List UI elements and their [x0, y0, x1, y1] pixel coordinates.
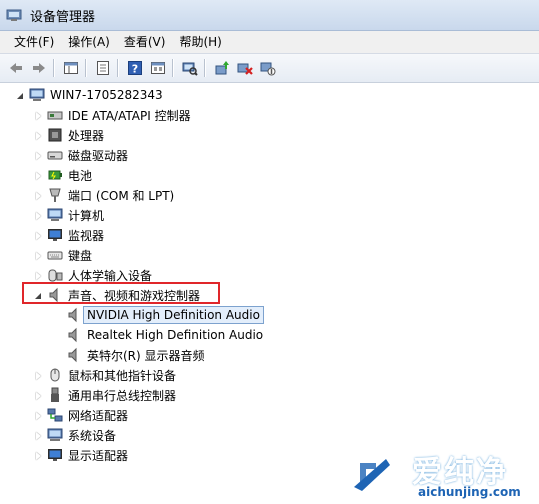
tree-item-ports[interactable]: 端口 (COM 和 LPT) — [34, 185, 174, 205]
category-label: 网络适配器 — [68, 408, 129, 423]
computer-icon — [47, 207, 63, 223]
port-icon — [47, 187, 63, 203]
tree-item-keyboard[interactable]: 键盘 — [34, 245, 92, 265]
mouse-icon — [47, 367, 63, 383]
toolbar-separator — [53, 59, 54, 77]
computer-icon — [29, 87, 45, 103]
expand-arrow-icon[interactable] — [34, 391, 43, 400]
title-bar: 设备管理器 — [0, 0, 539, 31]
update-driver-icon[interactable] — [212, 58, 232, 78]
system-icon — [47, 427, 63, 443]
tree-item-display[interactable]: 显示适配器 — [34, 445, 128, 465]
window-title: 设备管理器 — [30, 9, 96, 25]
category-label: 显示适配器 — [68, 448, 129, 463]
device-item-realtek-audio[interactable]: Realtek High Definition Audio — [66, 325, 263, 345]
expand-arrow-icon[interactable] — [34, 131, 43, 140]
highlight-box — [22, 282, 220, 304]
speaker-icon — [66, 347, 82, 363]
expand-arrow-icon[interactable] — [34, 191, 43, 200]
svg-text:?: ? — [132, 63, 138, 76]
tree-root[interactable]: WIN7-1705282343 — [16, 85, 163, 105]
menu-file[interactable]: 文件(F) — [0, 31, 61, 53]
toolbar-separator — [85, 59, 86, 77]
ide-icon — [47, 107, 63, 123]
disk-icon — [47, 147, 63, 163]
expand-arrow-icon[interactable] — [34, 231, 43, 240]
category-label: 磁盘驱动器 — [68, 148, 129, 163]
hid-icon — [47, 267, 63, 283]
menu-bar: 文件(F) 操作(A) 查看(V) 帮助(H) — [0, 31, 539, 53]
properties-icon[interactable] — [93, 58, 113, 78]
tree-item-monitor[interactable]: 监视器 — [34, 225, 104, 245]
expand-arrow-icon[interactable] — [34, 371, 43, 380]
uninstall-icon[interactable] — [235, 58, 255, 78]
collapse-arrow-icon[interactable] — [16, 91, 25, 100]
display-icon — [47, 447, 63, 463]
expand-arrow-icon[interactable] — [34, 411, 43, 420]
monitor-icon — [47, 227, 63, 243]
category-label: 鼠标和其他指针设备 — [68, 368, 177, 383]
device-label: Realtek High Definition Audio — [87, 328, 264, 342]
menu-help[interactable]: 帮助(H) — [172, 31, 228, 53]
tree-item-network[interactable]: 网络适配器 — [34, 405, 128, 425]
menu-view[interactable]: 查看(V) — [117, 31, 173, 53]
watermark: 爱纯净 aichunjing.com — [340, 445, 539, 503]
network-icon — [47, 407, 63, 423]
toolbar: ? — [0, 53, 539, 83]
tree-item-usb[interactable]: 通用串行总线控制器 — [34, 385, 176, 405]
category-label: 端口 (COM 和 LPT) — [68, 188, 175, 203]
help-icon[interactable]: ? — [125, 58, 145, 78]
category-label: 计算机 — [68, 208, 105, 223]
tree-item-computer[interactable]: 计算机 — [34, 205, 104, 225]
category-label: 人体学输入设备 — [68, 268, 153, 283]
aichunjing-logo-icon — [340, 447, 410, 501]
tree-item-ide[interactable]: IDE ATA/ATAPI 控制器 — [34, 105, 191, 125]
expand-arrow-icon[interactable] — [34, 251, 43, 260]
back-icon[interactable] — [6, 58, 26, 78]
expand-arrow-icon[interactable] — [34, 271, 43, 280]
expand-arrow-icon[interactable] — [34, 431, 43, 440]
computer-name: WIN7-1705282343 — [50, 88, 163, 102]
category-label: 监视器 — [68, 228, 105, 243]
tree-item-battery[interactable]: 电池 — [34, 165, 92, 185]
expand-arrow-icon[interactable] — [34, 171, 43, 180]
tree-item-system[interactable]: 系统设备 — [34, 425, 116, 445]
menu-action[interactable]: 操作(A) — [61, 31, 117, 53]
device-label: NVIDIA High Definition Audio — [83, 306, 264, 324]
speaker-icon — [66, 327, 82, 343]
category-label: 键盘 — [68, 248, 93, 263]
expand-arrow-icon[interactable] — [34, 211, 43, 220]
expand-arrow-icon[interactable] — [34, 151, 43, 160]
toolbar-separator — [172, 59, 173, 77]
expand-arrow-icon[interactable] — [34, 111, 43, 120]
watermark-url: aichunjing.com — [418, 485, 521, 499]
battery-icon — [47, 167, 63, 183]
tree-item-mouse[interactable]: 鼠标和其他指针设备 — [34, 365, 176, 385]
toolbar-separator — [117, 59, 118, 77]
device-item-intel-display-audio[interactable]: 英特尔(R) 显示器音频 — [66, 345, 205, 365]
category-label: 通用串行总线控制器 — [68, 388, 177, 403]
speaker-icon — [66, 307, 82, 323]
toolbar-separator — [204, 59, 205, 77]
category-label: IDE ATA/ATAPI 控制器 — [68, 108, 191, 123]
usb-icon — [47, 387, 63, 403]
category-label: 系统设备 — [68, 428, 117, 443]
disable-icon[interactable] — [258, 58, 278, 78]
cpu-icon — [47, 127, 63, 143]
show-hide-tree-icon[interactable] — [61, 58, 81, 78]
device-item-nvidia-audio[interactable]: NVIDIA High Definition Audio — [66, 305, 264, 325]
category-label: 处理器 — [68, 128, 105, 143]
category-label: 电池 — [68, 168, 93, 183]
forward-icon[interactable] — [29, 58, 49, 78]
keyboard-icon — [47, 247, 63, 263]
device-label: 英特尔(R) 显示器音频 — [87, 348, 205, 363]
device-manager-icon — [6, 7, 22, 23]
tree-item-processor[interactable]: 处理器 — [34, 125, 104, 145]
expand-arrow-icon[interactable] — [34, 451, 43, 460]
tree-item-disk[interactable]: 磁盘驱动器 — [34, 145, 128, 165]
scan-hardware-icon[interactable] — [180, 58, 200, 78]
view-icon[interactable] — [148, 58, 168, 78]
